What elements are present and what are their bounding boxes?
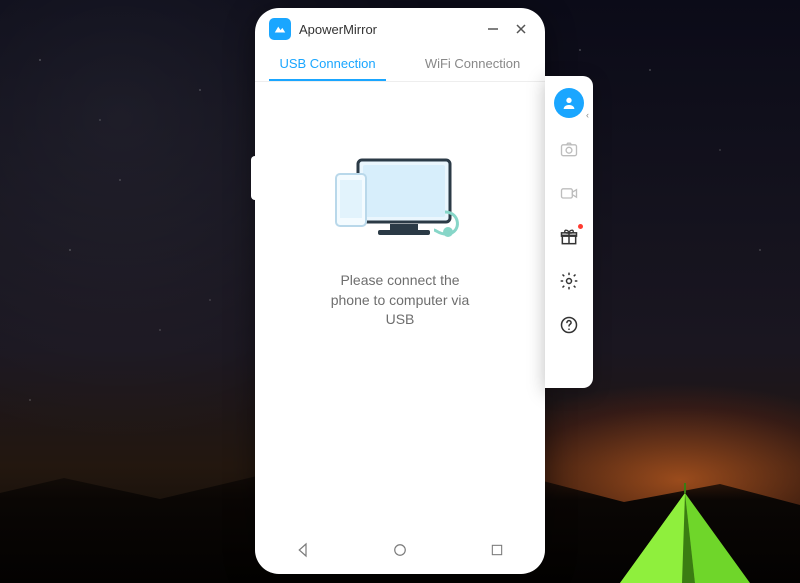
chevron-left-icon[interactable]: ‹ bbox=[586, 110, 589, 120]
app-title: ApowerMirror bbox=[299, 22, 475, 37]
close-button[interactable] bbox=[511, 19, 531, 39]
connection-tabs: USB Connection WiFi Connection bbox=[255, 46, 545, 81]
recent-button[interactable] bbox=[477, 530, 517, 570]
side-toolbar: ‹ bbox=[545, 76, 593, 388]
phone-notch-left bbox=[251, 156, 257, 200]
content-area: Please connect the phone to computer via… bbox=[255, 82, 545, 526]
app-window: ApowerMirror USB Connection WiFi Connect… bbox=[255, 8, 545, 574]
record-button[interactable] bbox=[556, 180, 582, 206]
tab-wifi-connection[interactable]: WiFi Connection bbox=[400, 46, 545, 81]
record-icon bbox=[559, 183, 579, 203]
notification-dot bbox=[578, 224, 583, 229]
camera-icon bbox=[559, 139, 579, 159]
profile-button[interactable] bbox=[554, 88, 584, 118]
connect-illustration bbox=[330, 152, 470, 247]
help-icon bbox=[559, 315, 579, 335]
wallpaper-tent bbox=[600, 483, 770, 583]
home-button[interactable] bbox=[380, 530, 420, 570]
minimize-button[interactable] bbox=[483, 19, 503, 39]
screenshot-button[interactable] bbox=[556, 136, 582, 162]
titlebar: ApowerMirror bbox=[255, 8, 545, 46]
tab-usb-connection[interactable]: USB Connection bbox=[255, 46, 400, 81]
gift-icon bbox=[559, 227, 579, 247]
back-button[interactable] bbox=[283, 530, 323, 570]
profile-icon bbox=[561, 95, 577, 111]
instruction-text: Please connect the phone to computer via… bbox=[325, 271, 475, 330]
android-navbar bbox=[255, 526, 545, 574]
app-icon bbox=[269, 18, 291, 40]
help-button[interactable] bbox=[556, 312, 582, 338]
gift-button[interactable] bbox=[556, 224, 582, 250]
settings-button[interactable] bbox=[556, 268, 582, 294]
settings-icon bbox=[559, 271, 579, 291]
